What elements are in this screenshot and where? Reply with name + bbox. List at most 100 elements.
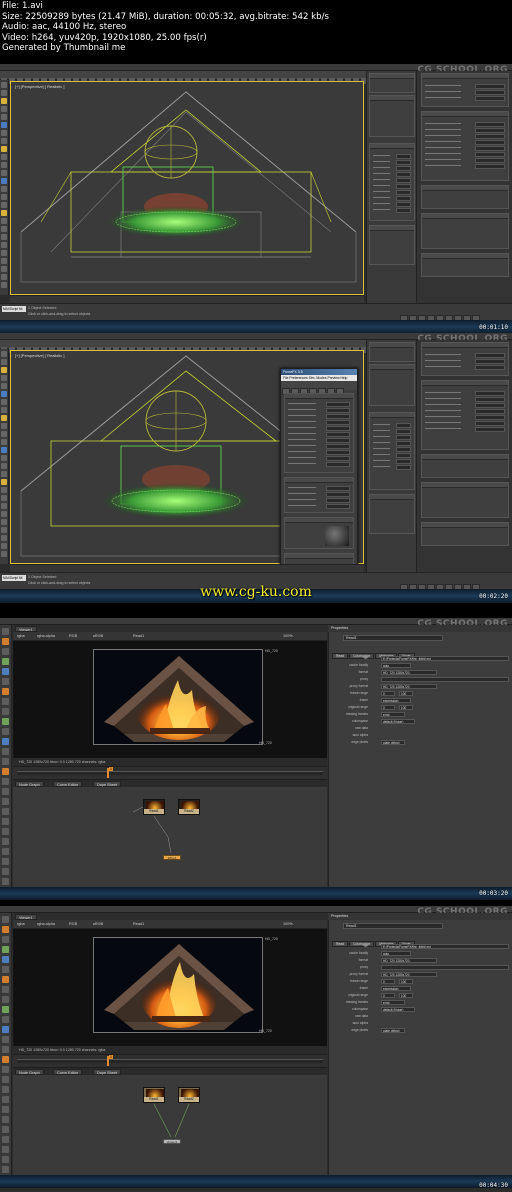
emitter-roll[interactable] bbox=[421, 253, 509, 277]
prop-frame-range[interactable]: frame range 0 100 bbox=[333, 691, 508, 696]
nuke-timeline[interactable]: 1 bbox=[13, 1054, 327, 1068]
prop-original-range[interactable]: original range 0 100 bbox=[333, 993, 508, 998]
command-panel-right[interactable] bbox=[416, 340, 512, 572]
command-panel-left[interactable] bbox=[366, 340, 416, 572]
viewer-input[interactable]: Read1 bbox=[133, 634, 144, 638]
prop-file[interactable]: file E:/Projects/FumeFX/fire_####.exr bbox=[333, 944, 509, 949]
properties-panel[interactable]: Read1 ReadColorspaceMetadataNode fileE:/… bbox=[328, 920, 512, 1175]
prop-format[interactable]: format HD_720 1280x720 bbox=[333, 958, 508, 963]
status-selection: 1 Object Selected bbox=[28, 575, 57, 579]
viewer-input[interactable]: Read1 bbox=[133, 922, 144, 926]
prop-cache-locally[interactable]: cache locally auto bbox=[333, 951, 508, 956]
frame-1-3dsmax: EditToolsGroupViewsCreateModifiersAnimat… bbox=[0, 64, 512, 334]
frame-2-3dsmax: EditToolsGroupViewsCreateModifiersAnimat… bbox=[0, 333, 512, 603]
object-params-roll[interactable] bbox=[421, 342, 509, 376]
audio-info: Audio: aac, 44100 Hz, stereo bbox=[2, 22, 127, 32]
show-icon-roll[interactable] bbox=[421, 482, 509, 518]
system-section[interactable] bbox=[284, 477, 354, 513]
modifier-list[interactable] bbox=[369, 95, 415, 137]
prop-missing-frames[interactable]: missing frames error bbox=[333, 712, 508, 717]
node-name-field[interactable]: Read1 bbox=[343, 923, 443, 929]
simulation-section[interactable] bbox=[284, 393, 354, 473]
prop-auto-alpha[interactable]: auto alpha bbox=[333, 1021, 508, 1026]
general-params-roll[interactable] bbox=[369, 412, 415, 490]
prop-cache-locally[interactable]: cache locally auto bbox=[333, 663, 508, 668]
left-toolbar[interactable] bbox=[0, 80, 9, 295]
frame-3-nuke: FileEditWorkspaceViewerRenderCacheHelp C… bbox=[0, 618, 512, 900]
prop-edge-pixels[interactable]: edge pixels plate detect bbox=[333, 740, 508, 745]
video-info: Video: h264, yuv420p, 1920x1080, 25.00 f… bbox=[2, 32, 207, 43]
prop-proxy-format[interactable]: proxy format HD_720 1280x720 bbox=[333, 972, 508, 977]
graph-tab-bar[interactable]: Node Graph Curve Editor Dope Sheet bbox=[13, 1068, 327, 1075]
graph-tab-bar[interactable]: Node Graph Curve Editor Dope Sheet bbox=[13, 780, 327, 787]
prop-raw-data[interactable]: raw data bbox=[333, 1014, 508, 1019]
channels-roll[interactable] bbox=[421, 111, 509, 181]
object-params-roll[interactable] bbox=[421, 73, 509, 107]
prop-missing-frames[interactable]: missing frames error bbox=[333, 1000, 508, 1005]
taskbar bbox=[0, 887, 512, 900]
prop-edge-pixels[interactable]: edge pixels plate detect bbox=[333, 1028, 508, 1033]
frame-4-nuke: FileEditWorkspaceViewerRenderCacheHelp C… bbox=[0, 906, 512, 1192]
maxscript-listener[interactable]: MAXScript Mi bbox=[2, 575, 26, 581]
playback-controls[interactable] bbox=[400, 308, 510, 321]
scene-wireframe bbox=[20, 91, 357, 283]
prop-proxy[interactable]: proxy bbox=[333, 677, 509, 682]
viewer-canvas[interactable]: HD_720 HD_720 bbox=[13, 641, 327, 758]
viewer-tab-bar[interactable]: Viewer1 bbox=[13, 625, 327, 632]
show-icon-roll[interactable] bbox=[421, 213, 509, 249]
command-panel-left[interactable] bbox=[366, 71, 416, 303]
dialog-tab-icons[interactable] bbox=[281, 381, 357, 395]
cycle-roll[interactable] bbox=[421, 185, 509, 209]
left-toolbar[interactable] bbox=[0, 349, 9, 564]
modifier-stack[interactable] bbox=[369, 342, 415, 362]
taskbar bbox=[0, 1175, 512, 1188]
turbulence-noise-section[interactable] bbox=[284, 517, 354, 549]
write-node[interactable]: Write1 bbox=[163, 855, 181, 860]
time-slider[interactable] bbox=[10, 564, 364, 572]
maxscript-listener[interactable]: MAXScript Mi bbox=[2, 306, 26, 312]
viewer-info-line: HD_720 1280x720 bbox: 0 0 1280 720 chann… bbox=[13, 758, 327, 766]
node-graph[interactable]: Read1 Read2 Viewer1 bbox=[13, 1075, 327, 1175]
simulation-roll[interactable] bbox=[369, 494, 415, 534]
time-slider[interactable] bbox=[10, 295, 364, 303]
site-watermark: www.cg-ku.com bbox=[200, 584, 312, 600]
viewer-tab-bar[interactable]: Viewer1 bbox=[13, 913, 327, 920]
playhead-frame: 1 bbox=[109, 767, 113, 771]
prop-frame-range[interactable]: frame range 0 100 bbox=[333, 979, 508, 984]
simulation-roll[interactable] bbox=[369, 225, 415, 265]
viewer-controls[interactable]: rgba rgba.alpha RGB sRGB Read1 100% bbox=[13, 920, 327, 929]
prop-colorspace[interactable]: colorspace default (linear) bbox=[333, 719, 508, 724]
props-tabs[interactable]: ReadColorspaceMetadataNode bbox=[332, 644, 416, 659]
prop-raw-data[interactable]: raw data bbox=[333, 726, 508, 731]
node-name-field[interactable]: Read1 bbox=[343, 635, 443, 641]
nuke-toolbar[interactable] bbox=[0, 625, 12, 887]
perspective-viewport[interactable]: [+] [Perspective] [ Realistic ] bbox=[10, 81, 364, 295]
channels-roll[interactable] bbox=[421, 380, 509, 450]
general-params-roll[interactable] bbox=[369, 143, 415, 221]
command-panel-right[interactable] bbox=[416, 71, 512, 303]
prop-proxy-format[interactable]: proxy format HD_720 1280x720 bbox=[333, 684, 508, 689]
modifier-stack[interactable] bbox=[369, 73, 415, 93]
prop-frame[interactable]: frame expression bbox=[333, 698, 508, 703]
modifier-list[interactable] bbox=[369, 364, 415, 406]
viewer-canvas[interactable]: HD_720 HD_720 bbox=[13, 929, 327, 1046]
prop-colorspace[interactable]: colorspace default (linear) bbox=[333, 1007, 508, 1012]
prop-original-range[interactable]: original range 0 100 bbox=[333, 705, 508, 710]
nuke-toolbar[interactable] bbox=[0, 913, 12, 1175]
prop-format[interactable]: format HD_720 1280x720 bbox=[333, 670, 508, 675]
viewer-controls[interactable]: rgba rgba.alpha RGB sRGB Read1 100% bbox=[13, 632, 327, 641]
cycle-roll[interactable] bbox=[421, 454, 509, 478]
fumefx-dialog[interactable]: FumeFX 3.5 File Preferences Sim. Modes P… bbox=[280, 368, 358, 578]
viewer-node[interactable]: Viewer1 bbox=[163, 1139, 181, 1144]
prop-file[interactable]: file E:/Projects/FumeFX/fire_####.exr bbox=[333, 656, 509, 661]
emitter-roll[interactable] bbox=[421, 522, 509, 546]
prop-frame[interactable]: frame expression bbox=[333, 986, 508, 991]
prop-proxy[interactable]: proxy bbox=[333, 965, 509, 970]
properties-panel[interactable]: Read1 ReadColorspaceMetadataNode fileE:/… bbox=[328, 632, 512, 887]
viewer-info-line: HD_720 1280x720 bbox: 0 0 1280 720 chann… bbox=[13, 1046, 327, 1054]
nuke-timeline[interactable]: 1 bbox=[13, 766, 327, 780]
props-tabs[interactable]: ReadColorspaceMetadataNode bbox=[332, 932, 416, 947]
node-graph[interactable]: Read1 Read2 Write1 bbox=[13, 787, 327, 887]
prop-auto-alpha[interactable]: auto alpha bbox=[333, 733, 508, 738]
dialog-menu[interactable]: File Preferences Sim. Modes Preview Help bbox=[281, 375, 357, 381]
